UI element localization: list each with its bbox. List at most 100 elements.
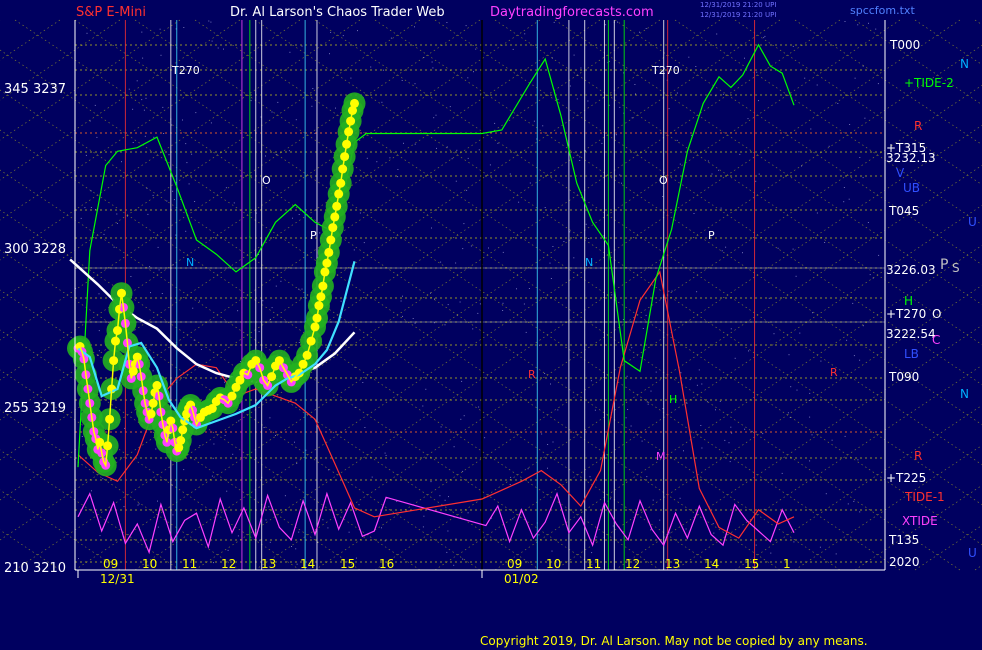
x-tick-label: 12 (221, 557, 237, 571)
star-dot (467, 512, 469, 514)
star-dot (611, 294, 613, 296)
star-dot (280, 280, 282, 282)
star-dot (734, 357, 736, 359)
star-dot (348, 531, 350, 533)
star-dot (510, 476, 512, 478)
star-dot (137, 504, 139, 506)
plot-annotation: R (830, 366, 838, 379)
star-dot (294, 441, 295, 443)
star-dot (430, 481, 432, 483)
star-dot (862, 177, 864, 179)
star-dot (668, 290, 670, 292)
star-dot (696, 384, 698, 386)
star-dot (363, 242, 365, 244)
star-dot (538, 534, 540, 536)
star-dot (729, 461, 731, 463)
right-level-label: T000 (890, 38, 921, 52)
star-dot (224, 435, 226, 436)
star-dot (340, 300, 342, 302)
star-dot (160, 54, 162, 56)
star-dot (157, 500, 158, 502)
star-dot (157, 246, 159, 248)
star-dot (557, 409, 559, 411)
star-dot (225, 187, 227, 189)
star-dot (625, 417, 627, 419)
star-dot (557, 98, 559, 100)
star-dot (279, 346, 281, 347)
star-dot (502, 310, 504, 311)
star-dot (161, 293, 163, 294)
star-dot (825, 493, 827, 495)
star-dot (84, 207, 86, 209)
star-dot (298, 288, 300, 290)
star-dot (157, 526, 159, 528)
star-dot (390, 37, 392, 39)
file-label: spccfom.txt (850, 4, 915, 17)
star-dot (502, 302, 504, 304)
star-dot (868, 22, 869, 24)
star-dot (857, 459, 859, 461)
star-dot (831, 439, 833, 441)
star-dot (569, 85, 571, 87)
star-dot (720, 207, 722, 209)
star-dot (650, 529, 652, 531)
star-dot (240, 361, 241, 363)
star-dot (712, 523, 714, 525)
star-dot (857, 24, 859, 26)
star-dot (621, 182, 622, 184)
star-dot (605, 24, 607, 26)
star-dot (319, 232, 321, 234)
star-dot (182, 119, 183, 121)
star-dot (291, 546, 292, 547)
star-dot (693, 213, 695, 214)
star-dot (877, 83, 879, 85)
star-dot (688, 56, 690, 58)
star-dot (690, 134, 692, 136)
star-dot (402, 315, 403, 317)
star-dot (123, 506, 125, 508)
star-dot (700, 425, 702, 426)
star-dot (158, 269, 160, 271)
star-dot (162, 106, 164, 108)
star-dot (701, 447, 703, 449)
x-tick-label: 13 (261, 557, 277, 571)
star-dot (853, 355, 855, 357)
star-dot (756, 71, 758, 73)
star-dot (453, 446, 455, 448)
star-dot (403, 142, 404, 144)
star-dot (758, 100, 759, 102)
x-date-label: 12/31 (100, 572, 135, 586)
far-right-label: S (952, 261, 960, 275)
star-dot (258, 331, 260, 333)
y-tick-label: 210 3210 (4, 561, 67, 576)
star-dot (792, 248, 794, 250)
x-tick-label: 16 (379, 557, 395, 571)
star-dot (401, 80, 403, 81)
star-dot (639, 31, 640, 33)
star-dot (226, 490, 228, 492)
star-dot (843, 187, 845, 188)
star-dot (364, 427, 366, 428)
star-dot (357, 30, 358, 32)
star-dot (327, 527, 329, 529)
far-right-label: C (932, 333, 941, 347)
star-dot (446, 146, 448, 148)
star-dot (601, 142, 603, 144)
star-dot (816, 84, 818, 86)
right-level-label: H (904, 294, 914, 308)
star-dot (159, 28, 161, 30)
star-dot (828, 145, 830, 147)
star-dot (679, 163, 681, 165)
copyright-notice: Copyright 2019, Dr. Al Larson. May not b… (480, 634, 868, 648)
site-link[interactable]: Daytradingforecasts.com (490, 5, 654, 20)
star-dot (275, 435, 276, 436)
star-dot (227, 549, 229, 551)
star-dot (200, 349, 202, 350)
star-dot (755, 180, 757, 182)
star-dot (232, 453, 234, 455)
star-dot (328, 469, 329, 471)
star-dot (686, 402, 688, 404)
right-level-label: 3226.03 (886, 263, 936, 277)
star-dot (764, 35, 766, 37)
star-dot (166, 200, 168, 202)
